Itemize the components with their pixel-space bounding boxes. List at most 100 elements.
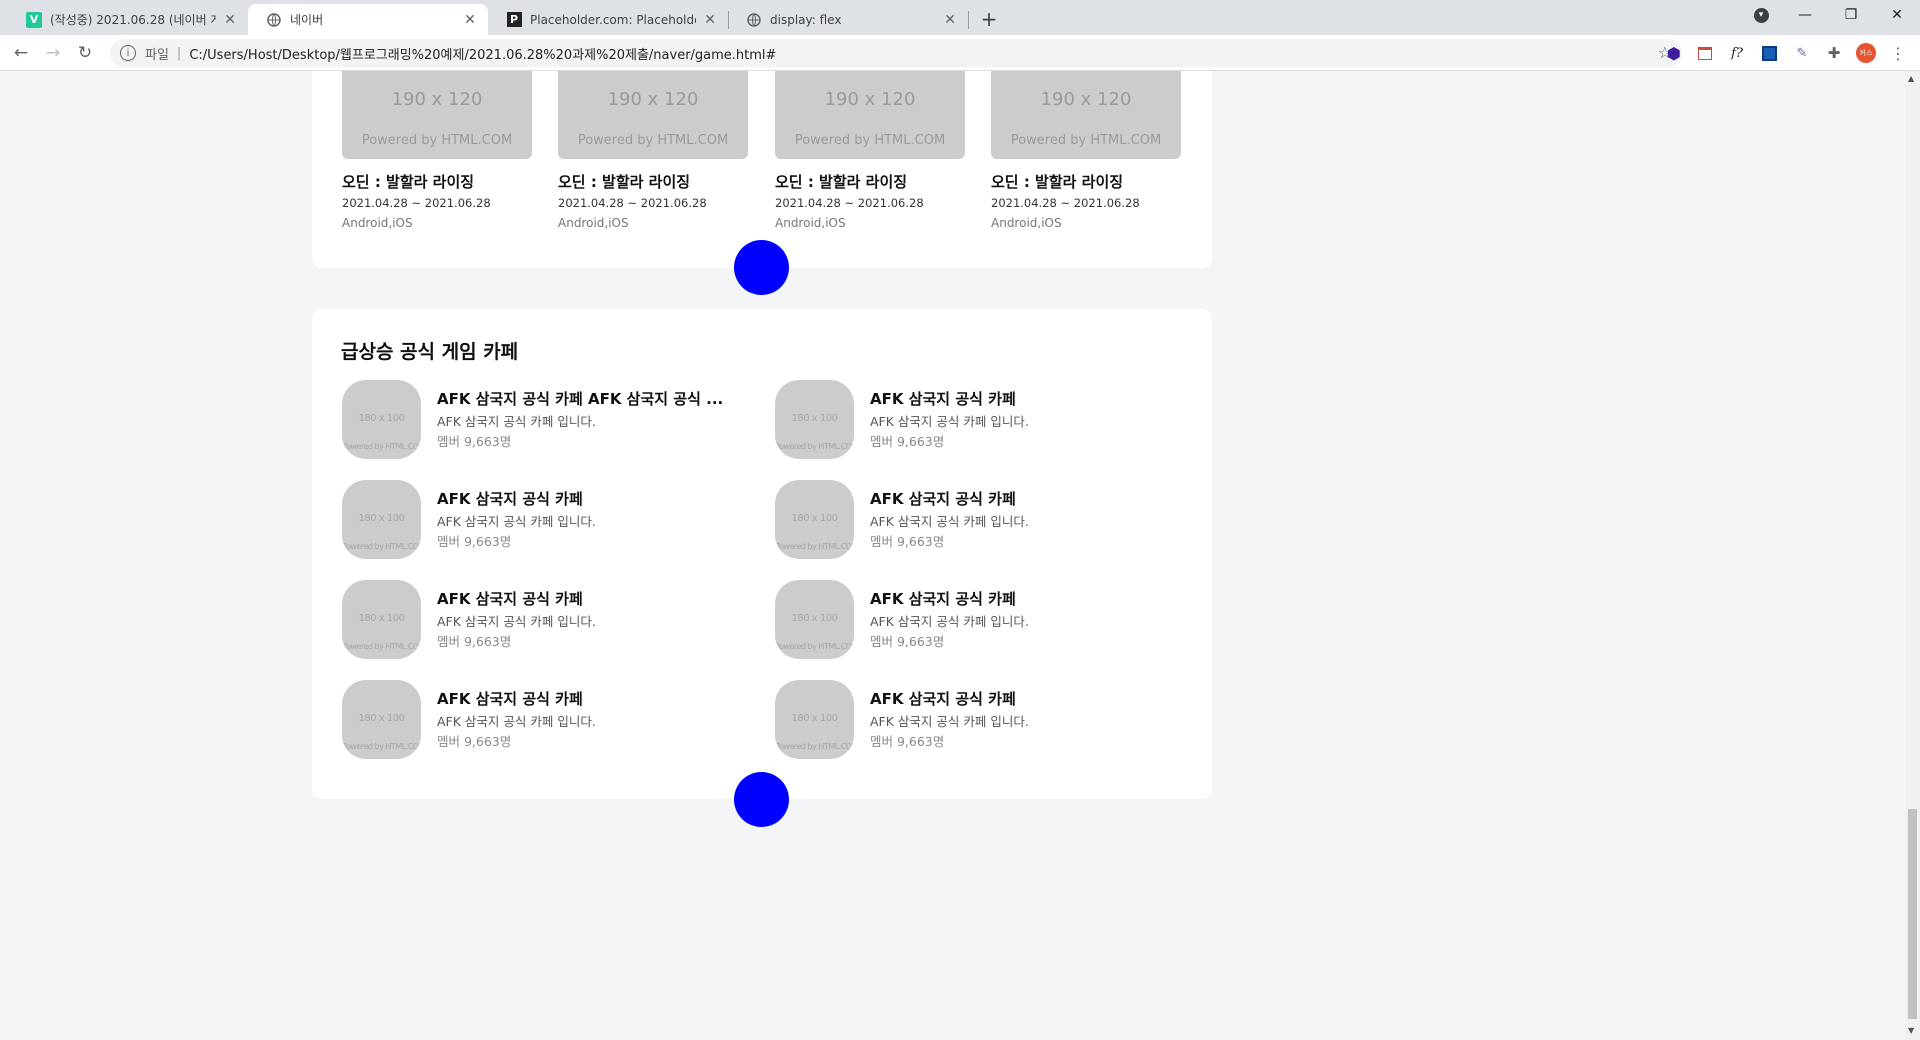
extension-pen-icon[interactable]: ✎ <box>1792 43 1812 63</box>
thumbnail-credit: Powered by HTML.COM <box>577 133 729 148</box>
game-date: 2021.04.28 ~ 2021.06.28 <box>558 196 707 210</box>
close-icon[interactable]: ✕ <box>702 12 718 28</box>
cafe-item[interactable]: 180 x 100 Powered by HTML.COM AFK 삼국지 공식 … <box>342 680 742 760</box>
cafe-item[interactable]: 180 x 100 Powered by HTML.COM AFK 삼국지 공식 … <box>342 380 742 460</box>
game-title[interactable]: 오딘 : 발할라 라이징 <box>991 171 1181 192</box>
back-arrow-icon[interactable]: ← <box>9 41 33 65</box>
scroll-up-arrow-icon[interactable]: ▲ <box>1908 74 1914 83</box>
address-url[interactable]: C:/Users/Host/Desktop/웹프로그래밍%20예제/2021.0… <box>189 44 776 63</box>
cafe-name[interactable]: AFK 삼국지 공식 카페 <box>437 588 737 609</box>
game-item[interactable]: 190 x 120 Powered by HTML.COM 오딘 : 발할라 라… <box>342 71 532 230</box>
tab-strip: V (작성중) 2021.06.28 (네이버 게임 ✕ 네이버 ✕ P Pla… <box>0 0 1920 35</box>
cafe-name[interactable]: AFK 삼국지 공식 카페 <box>870 388 1170 409</box>
extension-hexagon-icon[interactable]: ⬢ <box>1664 43 1684 63</box>
game-thumbnail: 190 x 120 Powered by HTML.COM <box>775 71 965 159</box>
page-scrollbar[interactable]: ▲ ▼ <box>1905 71 1920 1040</box>
minimize-icon[interactable]: — <box>1782 0 1828 30</box>
game-item[interactable]: 190 x 120 Powered by HTML.COM 오딘 : 발할라 라… <box>558 71 748 230</box>
more-button-dot[interactable] <box>734 240 789 295</box>
cafe-name[interactable]: AFK 삼국지 공식 카페 <box>870 688 1170 709</box>
tab-draft[interactable]: V (작성중) 2021.06.28 (네이버 게임 ✕ <box>8 4 248 35</box>
icon-size: 180 x 100 <box>358 413 405 424</box>
tab-naver[interactable]: 네이버 ✕ <box>248 4 488 35</box>
cafe-desc: AFK 삼국지 공식 카페 입니다. <box>437 514 596 529</box>
cafe-name[interactable]: AFK 삼국지 공식 카페 <box>870 588 1170 609</box>
page-viewport: 190 x 120 Powered by HTML.COM 오딘 : 발할라 라… <box>0 71 1905 1040</box>
game-item[interactable]: 190 x 120 Powered by HTML.COM 오딘 : 발할라 라… <box>775 71 965 230</box>
cafe-item[interactable]: 180 x 100 Powered by HTML.COM AFK 삼국지 공식 … <box>775 380 1175 460</box>
address-bar[interactable]: i 파일 | C:/Users/Host/Desktop/웹프로그래밍%20예제… <box>110 39 1682 67</box>
cafe-item[interactable]: 180 x 100 Powered by HTML.COM AFK 삼국지 공식 … <box>775 580 1175 660</box>
tab-display-flex[interactable]: display: flex ✕ <box>728 4 968 35</box>
thumbnail-size: 190 x 120 <box>824 89 916 110</box>
cafe-members: 멤버 9,663명 <box>437 734 512 749</box>
profile-label: 커스 <box>1856 43 1876 63</box>
cafe-members: 멤버 9,663명 <box>437 434 512 449</box>
cafe-name[interactable]: AFK 삼국지 공식 카페 AFK 삼국지 공식 ... <box>437 388 737 409</box>
game-platform: Android,iOS <box>558 216 629 230</box>
cafe-item[interactable]: 180 x 100 Powered by HTML.COM AFK 삼국지 공식 … <box>342 580 742 660</box>
close-icon[interactable]: ✕ <box>462 12 478 28</box>
cafe-item[interactable]: 180 x 100 Powered by HTML.COM AFK 삼국지 공식 … <box>775 480 1175 560</box>
thumbnail-credit: Powered by HTML.COM <box>361 133 513 148</box>
cafe-icon-image: 180 x 100 Powered by HTML.COM <box>342 480 421 559</box>
restore-icon[interactable]: ❐ <box>1828 0 1874 30</box>
cafe-item[interactable]: 180 x 100 Powered by HTML.COM AFK 삼국지 공식 … <box>342 480 742 560</box>
new-tab-plus-icon[interactable]: + <box>976 6 1002 32</box>
cafe-name[interactable]: AFK 삼국지 공식 카페 <box>437 688 737 709</box>
p-icon: P <box>506 12 522 28</box>
icon-size: 180 x 100 <box>791 613 838 624</box>
tab-title: (작성중) 2021.06.28 (네이버 게임 <box>50 13 216 27</box>
scrollbar-thumb[interactable] <box>1908 809 1917 1019</box>
icon-credit: Powered by HTML.COM <box>775 642 854 651</box>
game-item[interactable]: 190 x 120 Powered by HTML.COM 오딘 : 발할라 라… <box>991 71 1181 230</box>
icon-credit: Powered by HTML.COM <box>775 442 854 451</box>
thumbnail-size: 190 x 120 <box>391 89 483 110</box>
game-platform: Android,iOS <box>991 216 1062 230</box>
extension-book-icon[interactable] <box>1759 43 1779 63</box>
icon-size: 180 x 100 <box>791 413 838 424</box>
menu-kebab-icon[interactable]: ⋮ <box>1888 43 1908 63</box>
cafe-desc: AFK 삼국지 공식 카페 입니다. <box>870 414 1029 429</box>
cafe-desc: AFK 삼국지 공식 카페 입니다. <box>437 414 596 429</box>
thumbnail-size: 190 x 120 <box>607 89 699 110</box>
cafe-item[interactable]: 180 x 100 Powered by HTML.COM AFK 삼국지 공식 … <box>775 680 1175 760</box>
close-icon[interactable]: ✕ <box>222 12 238 28</box>
game-date: 2021.04.28 ~ 2021.06.28 <box>991 196 1140 210</box>
close-window-icon[interactable]: ✕ <box>1874 0 1920 30</box>
game-title[interactable]: 오딘 : 발할라 라이징 <box>342 171 532 192</box>
icon-credit: Powered by HTML.COM <box>342 542 421 551</box>
extensions-puzzle-icon[interactable]: ✚ <box>1824 43 1844 63</box>
close-icon[interactable]: ✕ <box>942 12 958 28</box>
extension-fx-icon[interactable]: f? <box>1727 43 1747 63</box>
cafe-members: 멤버 9,663명 <box>870 434 945 449</box>
profile-avatar[interactable]: 커스 <box>1856 43 1876 63</box>
cafe-members: 멤버 9,663명 <box>437 634 512 649</box>
cafe-members: 멤버 9,663명 <box>870 534 945 549</box>
cafe-icon-image: 180 x 100 Powered by HTML.COM <box>775 580 854 659</box>
game-title[interactable]: 오딘 : 발할라 라이징 <box>558 171 748 192</box>
scroll-down-arrow-icon[interactable]: ▼ <box>1908 1026 1914 1035</box>
tab-search-icon[interactable]: ▾ <box>1738 0 1784 30</box>
tab-title: display: flex <box>770 12 842 27</box>
more-button-dot[interactable] <box>734 772 789 827</box>
tab-separator <box>968 11 969 29</box>
info-icon[interactable]: i <box>120 45 136 61</box>
cafe-name[interactable]: AFK 삼국지 공식 카페 <box>870 488 1170 509</box>
address-divider: | <box>176 45 182 61</box>
reload-icon[interactable]: ↻ <box>73 41 97 65</box>
icon-size: 180 x 100 <box>358 613 405 624</box>
cafe-icon-image: 180 x 100 Powered by HTML.COM <box>342 580 421 659</box>
cafe-icon-image: 180 x 100 Powered by HTML.COM <box>342 380 421 459</box>
section-title: 급상승 공식 게임 카페 <box>341 341 519 363</box>
globe-icon <box>266 12 282 28</box>
icon-credit: Powered by HTML.COM <box>775 742 854 751</box>
game-title[interactable]: 오딘 : 발할라 라이징 <box>775 171 965 192</box>
forward-arrow-icon[interactable]: → <box>41 41 65 65</box>
tab-placeholder[interactable]: P Placeholder.com: Placeholder.co ✕ <box>488 4 728 35</box>
cafe-name[interactable]: AFK 삼국지 공식 카페 <box>437 488 737 509</box>
extension-calendar-icon[interactable] <box>1695 43 1715 63</box>
game-platform: Android,iOS <box>342 216 413 230</box>
browser-toolbar: ← → ↻ i 파일 | C:/Users/Host/Desktop/웹프로그래… <box>0 35 1920 71</box>
cafe-icon-image: 180 x 100 Powered by HTML.COM <box>775 380 854 459</box>
